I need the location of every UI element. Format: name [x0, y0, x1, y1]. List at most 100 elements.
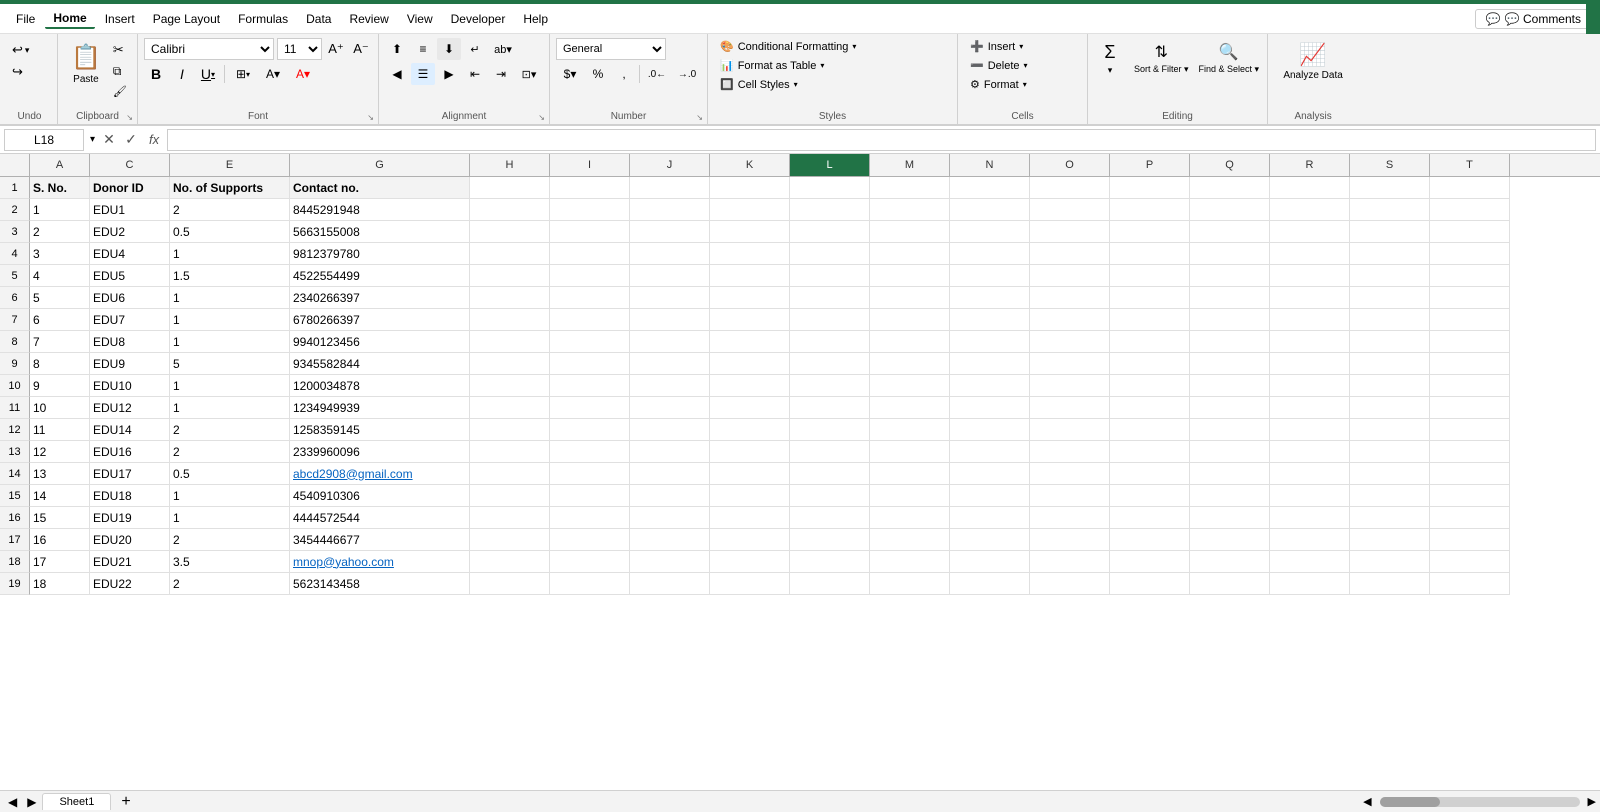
cell-n18[interactable] [950, 551, 1030, 573]
cell-k4[interactable] [710, 243, 790, 265]
menu-developer[interactable]: Developer [443, 10, 514, 28]
row-header[interactable]: 1 [0, 177, 30, 199]
cell-q16[interactable] [1190, 507, 1270, 529]
cell-c1[interactable]: Donor ID [90, 177, 170, 199]
cell-e3[interactable]: 0.5 [170, 221, 290, 243]
fill-color-button[interactable]: A▾ [259, 63, 287, 85]
cell-m7[interactable] [870, 309, 950, 331]
merge-center-button[interactable]: ⊡▾ [515, 63, 543, 85]
cell-i10[interactable] [550, 375, 630, 397]
cell-o15[interactable] [1030, 485, 1110, 507]
cell-p19[interactable] [1110, 573, 1190, 595]
cell-p5[interactable] [1110, 265, 1190, 287]
cell-i8[interactable] [550, 331, 630, 353]
cell-i19[interactable] [550, 573, 630, 595]
cell-h2[interactable] [470, 199, 550, 221]
cell-p13[interactable] [1110, 441, 1190, 463]
cell-g11[interactable]: 1234949939 [290, 397, 470, 419]
cell-n11[interactable] [950, 397, 1030, 419]
cell-c15[interactable]: EDU18 [90, 485, 170, 507]
col-header-h[interactable]: H [470, 154, 550, 176]
cell-c12[interactable]: EDU14 [90, 419, 170, 441]
cell-t18[interactable] [1430, 551, 1510, 573]
cell-o13[interactable] [1030, 441, 1110, 463]
row-header[interactable]: 10 [0, 375, 30, 397]
cell-o5[interactable] [1030, 265, 1110, 287]
cell-i18[interactable] [550, 551, 630, 573]
comma-button[interactable]: , [612, 63, 636, 85]
cell-r1[interactable] [1270, 177, 1350, 199]
cell-n16[interactable] [950, 507, 1030, 529]
cell-j7[interactable] [630, 309, 710, 331]
cell-r6[interactable] [1270, 287, 1350, 309]
cell-i6[interactable] [550, 287, 630, 309]
cell-o4[interactable] [1030, 243, 1110, 265]
cell-a16[interactable]: 15 [30, 507, 90, 529]
cell-l15[interactable] [790, 485, 870, 507]
font-name-select[interactable]: Calibri [144, 38, 274, 60]
prev-sheet-button[interactable]: ◀ [4, 795, 21, 809]
cell-m4[interactable] [870, 243, 950, 265]
cell-c11[interactable]: EDU12 [90, 397, 170, 419]
cell-j10[interactable] [630, 375, 710, 397]
confirm-formula-button[interactable]: ✓ [121, 130, 141, 150]
cell-r17[interactable] [1270, 529, 1350, 551]
cell-g6[interactable]: 2340266397 [290, 287, 470, 309]
cut-button[interactable]: ✂ [110, 40, 130, 60]
cell-a2[interactable]: 1 [30, 199, 90, 221]
cell-e17[interactable]: 2 [170, 529, 290, 551]
cell-j19[interactable] [630, 573, 710, 595]
cell-m19[interactable] [870, 573, 950, 595]
cell-l12[interactable] [790, 419, 870, 441]
cell-t9[interactable] [1430, 353, 1510, 375]
cell-g9[interactable]: 9345582844 [290, 353, 470, 375]
align-bottom-button[interactable]: ⬇ [437, 38, 461, 60]
cell-a13[interactable]: 12 [30, 441, 90, 463]
menu-file[interactable]: File [8, 10, 43, 28]
cell-l8[interactable] [790, 331, 870, 353]
formula-input[interactable] [167, 129, 1596, 151]
cell-n10[interactable] [950, 375, 1030, 397]
accounting-format-button[interactable]: $▾ [556, 63, 584, 85]
cell-a12[interactable]: 11 [30, 419, 90, 441]
menu-home[interactable]: Home [45, 9, 94, 29]
row-header[interactable]: 8 [0, 331, 30, 353]
cell-k14[interactable] [710, 463, 790, 485]
cell-j16[interactable] [630, 507, 710, 529]
cell-e6[interactable]: 1 [170, 287, 290, 309]
cell-m17[interactable] [870, 529, 950, 551]
comments-button[interactable]: 💬 💬 Comments [1475, 9, 1592, 29]
cell-s8[interactable] [1350, 331, 1430, 353]
cell-a19[interactable]: 18 [30, 573, 90, 595]
cell-k1[interactable] [710, 177, 790, 199]
align-right-button[interactable]: ▶ [437, 63, 461, 85]
align-top-button[interactable]: ⬆ [385, 38, 409, 60]
cell-r4[interactable] [1270, 243, 1350, 265]
cell-n8[interactable] [950, 331, 1030, 353]
cell-g3[interactable]: 5663155008 [290, 221, 470, 243]
cell-g12[interactable]: 1258359145 [290, 419, 470, 441]
cell-e9[interactable]: 5 [170, 353, 290, 375]
cell-n17[interactable] [950, 529, 1030, 551]
cell-s15[interactable] [1350, 485, 1430, 507]
cell-t10[interactable] [1430, 375, 1510, 397]
row-header[interactable]: 5 [0, 265, 30, 287]
cell-q15[interactable] [1190, 485, 1270, 507]
cell-h12[interactable] [470, 419, 550, 441]
cell-q10[interactable] [1190, 375, 1270, 397]
cell-k13[interactable] [710, 441, 790, 463]
cell-n6[interactable] [950, 287, 1030, 309]
cell-e14[interactable]: 0.5 [170, 463, 290, 485]
cell-p11[interactable] [1110, 397, 1190, 419]
cell-reference-input[interactable] [4, 129, 84, 151]
format-as-table-button[interactable]: 📊 Format as Table ▾ [714, 57, 951, 74]
cell-g14[interactable]: abcd2908@gmail.com [290, 463, 470, 485]
cell-a18[interactable]: 17 [30, 551, 90, 573]
cell-i9[interactable] [550, 353, 630, 375]
cell-m2[interactable] [870, 199, 950, 221]
find-select-button[interactable]: 🔍 Find & Select ▾ [1195, 38, 1264, 90]
cell-n12[interactable] [950, 419, 1030, 441]
cell-n14[interactable] [950, 463, 1030, 485]
analyze-data-button[interactable]: 📈 Analyze Data [1274, 38, 1352, 94]
cell-e13[interactable]: 2 [170, 441, 290, 463]
